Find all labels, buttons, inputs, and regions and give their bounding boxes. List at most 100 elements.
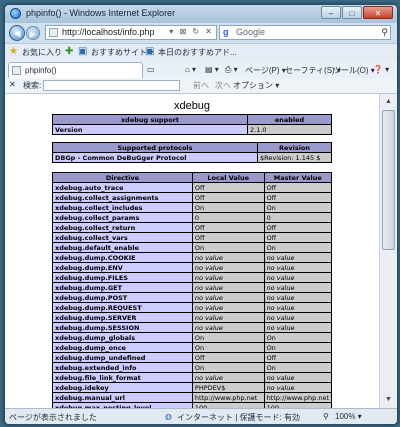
zoom-level[interactable]: 100% ▾: [335, 412, 362, 421]
table-cell: DBGp - Common DeBuGger Protocol: [52, 152, 258, 163]
find-options-button[interactable]: オプション ▾: [233, 80, 279, 91]
table-cell: xdebug.collect_assignments: [52, 192, 193, 203]
feeds-icon[interactable]: ▤ ▾: [205, 65, 219, 74]
table-cell: no value: [263, 382, 333, 393]
find-next-button[interactable]: 次へ: [215, 80, 231, 91]
help-menu[interactable]: ❓ ▾: [373, 65, 389, 74]
table-cell: no value: [191, 272, 265, 283]
search-placeholder: Google: [236, 27, 266, 37]
table-cell: no value: [191, 372, 265, 383]
maximize-button[interactable]: □: [342, 6, 362, 19]
favorites-star-icon[interactable]: ★: [9, 46, 20, 57]
table-row: xdebug.dump.FILES no value no value: [52, 272, 333, 283]
find-input[interactable]: [43, 80, 180, 91]
table-cell: xdebug.collect_includes: [52, 202, 193, 213]
table-header: xdebug support: [52, 114, 248, 125]
new-tab-icon[interactable]: ▭: [147, 65, 155, 74]
find-prev-button[interactable]: 前へ: [193, 80, 209, 91]
table-row: xdebug.idekey PHPDEV$ no value: [52, 382, 333, 393]
table-cell: xdebug.dump.FILES: [52, 272, 193, 283]
suggested-sites-icon: ▣: [78, 46, 88, 57]
forward-arrow-icon[interactable]: ▶: [26, 26, 40, 40]
close-button[interactable]: ✕: [363, 6, 393, 19]
table-cell: On: [263, 362, 333, 373]
page-menu[interactable]: ページ(P) ▾: [245, 65, 286, 76]
table-row: xdebug.dump.REQUEST no value no value: [52, 302, 333, 313]
table-cell: xdebug.dump_undefined: [52, 352, 193, 363]
search-icon[interactable]: ⚲: [381, 27, 388, 38]
table-row: xdebug.auto_trace Off Off: [52, 182, 333, 193]
tab-phpinfo[interactable]: phpinfo(): [8, 62, 143, 78]
table-cell: http://www.php.net: [191, 392, 265, 403]
table-cell: On: [191, 332, 265, 343]
table-cell: no value: [263, 292, 333, 303]
scroll-up-icon[interactable]: ▲: [382, 96, 395, 108]
table-cell: xdebug.default_enable: [52, 242, 193, 253]
table-row: xdebug.collect_vars Off Off: [52, 232, 333, 243]
table-cell: no value: [191, 282, 265, 293]
table-row: xdebug.file_link_format no value no value: [52, 372, 333, 383]
table-cell: no value: [263, 372, 333, 383]
address-url: http://localhost/info.php: [62, 27, 155, 37]
table-cell: xdebug.extended_info: [52, 362, 193, 373]
status-bar: ページが表示されました ◍ インターネット | 保護モード: 有効 ⚲ 100%…: [5, 408, 397, 424]
table-cell: On: [263, 342, 333, 353]
table-header: Master Value: [263, 172, 333, 183]
table-cell: xdebug.dump_globals: [52, 332, 193, 343]
web-slice-link[interactable]: 本日のおすすめアド...: [158, 47, 237, 58]
back-arrow-icon[interactable]: ◀: [9, 25, 25, 41]
table-cell: xdebug.dump.POST: [52, 292, 193, 303]
table-cell: Off: [191, 192, 265, 203]
favorites-button[interactable]: お気に入り: [22, 47, 62, 58]
table-cell: On: [191, 342, 265, 353]
scroll-thumb[interactable]: [382, 110, 395, 250]
table-row: xdebug.dump_once On On: [52, 342, 333, 353]
print-icon[interactable]: ⎙ ▾: [225, 65, 238, 75]
security-zone[interactable]: インターネット | 保護モード: 有効: [177, 412, 300, 423]
add-favorite-icon[interactable]: ✚: [65, 46, 76, 57]
table-row: xdebug.dump_undefined Off Off: [52, 352, 333, 363]
minimize-button[interactable]: –: [321, 6, 341, 19]
scroll-down-icon[interactable]: ▼: [382, 394, 395, 406]
suggested-sites-link[interactable]: おすすめサイト ▾: [91, 47, 153, 58]
vertical-scrollbar[interactable]: ▲ ▼: [379, 94, 397, 408]
table-cell: no value: [263, 302, 333, 313]
table-row: xdebug.dump.ENV no value no value: [52, 262, 333, 273]
table-cell: Off: [263, 192, 333, 203]
command-bar: phpinfo() ▭ ⌂ ▾ ▤ ▾ ⎙ ▾ ページ(P) ▾ セーフティ(S…: [5, 61, 397, 79]
address-bar[interactable]: http://localhost/info.php ▾ ⊠ ↻ ✕: [45, 25, 217, 40]
search-box[interactable]: g Google ⚲: [219, 25, 391, 40]
table-cell: no value: [191, 252, 265, 263]
table-cell: no value: [191, 312, 265, 323]
window-title: phpinfo() - Windows Internet Explorer: [26, 8, 176, 18]
table-cell: xdebug.dump.GET: [52, 282, 193, 293]
table-cell: xdebug.idekey: [52, 382, 193, 393]
table-cell: xdebug.dump.ENV: [52, 262, 193, 273]
table-cell: no value: [263, 262, 333, 273]
table-row: xdebug.dump.POST no value no value: [52, 292, 333, 303]
find-close-icon[interactable]: ✕: [9, 80, 16, 89]
address-tools[interactable]: ▾ ⊠ ↻ ✕: [169, 27, 214, 36]
table-cell: On: [263, 202, 333, 213]
table-cell: 2.1.0: [247, 124, 332, 135]
table-cell: Off: [191, 352, 265, 363]
page-icon: [49, 28, 58, 37]
table-cell: no value: [191, 302, 265, 313]
table-cell: xdebug.file_link_format: [52, 372, 193, 383]
table-row: DBGp - Common DeBuGger Protocol $Revisio…: [52, 152, 332, 163]
table-cell: http://www.php.net: [263, 392, 333, 403]
table-header: Supported protocols: [52, 142, 258, 153]
tab-title: phpinfo(): [25, 66, 57, 75]
table-row: xdebug.dump.SERVER no value no value: [52, 312, 333, 323]
support-table: xdebug support enabled Version 2.1.0: [52, 114, 332, 135]
table-cell: xdebug.collect_params: [52, 212, 193, 223]
table-cell: 0: [263, 212, 333, 223]
table-cell: no value: [263, 312, 333, 323]
tools-menu[interactable]: ツール(O) ▾: [333, 65, 375, 76]
zoom-icon[interactable]: ⚲: [323, 412, 329, 421]
table-cell: On: [263, 332, 333, 343]
home-icon[interactable]: ⌂ ▾: [185, 65, 196, 74]
table-cell: no value: [263, 322, 333, 333]
table-cell: Off: [263, 222, 333, 233]
page-title: xdebug: [173, 100, 211, 112]
